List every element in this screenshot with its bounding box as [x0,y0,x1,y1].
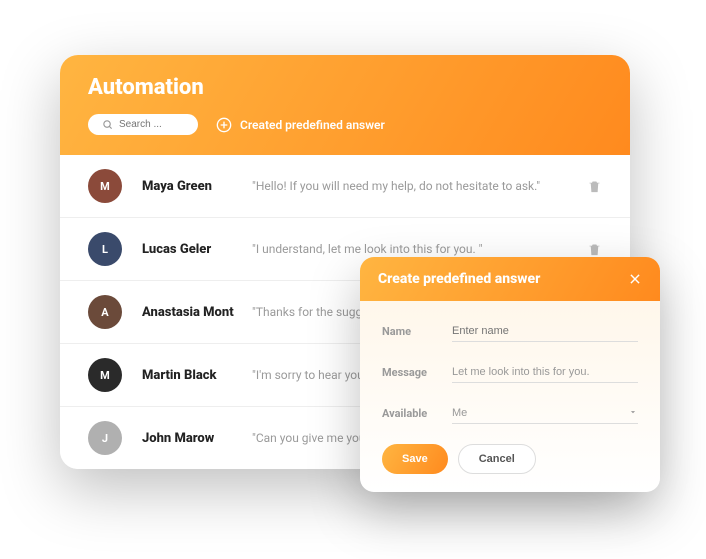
create-predefined-link[interactable]: Created predefined answer [216,117,385,133]
trash-icon[interactable] [587,179,602,194]
avatar: M [88,169,122,203]
answer-name: Anastasia Mont [142,305,252,320]
list-item[interactable]: M Maya Green"Hello! If you will need my h… [60,155,630,218]
form-row-name: Name [382,321,638,342]
modal-actions: Save Cancel [382,444,638,474]
avatar: J [88,421,122,455]
available-label: Available [382,407,452,420]
answer-name: Maya Green [142,179,252,194]
card-header: Automation Created predefined answer [60,55,630,155]
search-box[interactable] [88,114,198,135]
name-field[interactable] [452,321,638,342]
message-label: Message [382,366,452,379]
answer-name: Lucas Geler [142,242,252,257]
available-select[interactable] [452,403,638,424]
avatar: L [88,232,122,266]
chevron-down-icon [628,407,638,417]
create-predefined-modal: Create predefined answer Name Message Av… [360,257,660,492]
cancel-button[interactable]: Cancel [458,444,536,474]
answer-message: "I understand, let me look into this for… [252,242,587,256]
plus-circle-icon [216,117,232,133]
message-field[interactable] [452,362,638,383]
create-predefined-label: Created predefined answer [240,118,385,132]
modal-header: Create predefined answer [360,257,660,301]
save-button[interactable]: Save [382,444,448,474]
close-icon[interactable] [628,272,642,286]
modal-title: Create predefined answer [378,271,540,287]
avatar: M [88,358,122,392]
answer-name: John Marow [142,431,252,446]
avatar: A [88,295,122,329]
search-icon [102,119,113,130]
answer-message: "Hello! If you will need my help, do not… [252,179,587,193]
header-controls-row: Created predefined answer [88,114,602,135]
modal-body: Name Message Available Save Cancel [360,301,660,492]
form-row-message: Message [382,362,638,383]
answer-name: Martin Black [142,368,252,383]
search-input[interactable] [119,119,184,130]
trash-icon[interactable] [587,242,602,257]
name-label: Name [382,325,452,338]
form-row-available: Available [382,403,638,424]
page-title: Automation [88,75,602,100]
